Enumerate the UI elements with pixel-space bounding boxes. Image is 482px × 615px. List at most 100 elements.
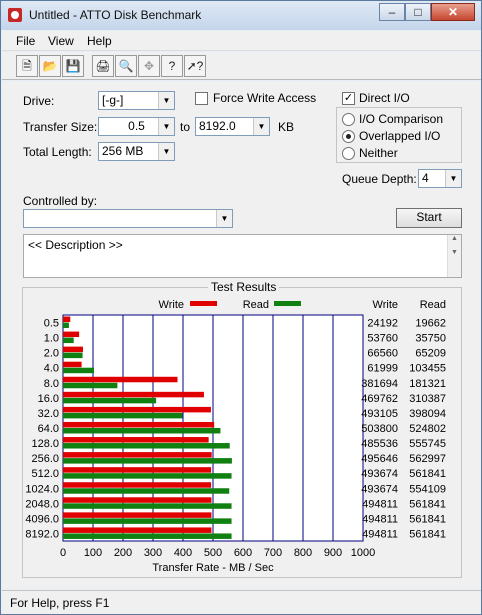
to-label: to bbox=[180, 120, 191, 134]
chevron-down-icon[interactable]: ▼ bbox=[253, 118, 269, 135]
read-bar bbox=[63, 503, 232, 509]
print-icon[interactable]: 🖨 bbox=[92, 55, 114, 77]
read-value: 524802 bbox=[409, 423, 446, 435]
move-icon[interactable]: ✥ bbox=[138, 55, 160, 77]
io-comparison-radio[interactable] bbox=[342, 113, 355, 126]
read-value: 561841 bbox=[409, 528, 446, 540]
category-label: 2048.0 bbox=[25, 498, 59, 510]
write-value: 494811 bbox=[362, 528, 398, 540]
start-button[interactable]: Start bbox=[396, 208, 462, 228]
queue-depth-value: 4 bbox=[422, 171, 429, 185]
write-value: 493674 bbox=[361, 483, 398, 495]
menu-view[interactable]: View bbox=[48, 34, 74, 48]
read-value: 103455 bbox=[409, 363, 446, 375]
app-window: Untitled - ATTO Disk Benchmark – □ ✕ Fil… bbox=[0, 0, 482, 615]
chevron-down-icon[interactable]: ▼ bbox=[158, 143, 174, 160]
save-icon[interactable]: 💾 bbox=[62, 55, 84, 77]
kb-label: KB bbox=[278, 120, 295, 134]
write-value: 503800 bbox=[361, 423, 398, 435]
main-panel: Drive: [-g-] ▼ Force Write Access ✓ Dire… bbox=[2, 81, 481, 589]
x-tick-label: 400 bbox=[174, 547, 192, 559]
read-bar bbox=[63, 427, 221, 434]
read-bar bbox=[63, 412, 183, 419]
category-label: 8.0 bbox=[44, 378, 59, 390]
queue-depth-select[interactable]: 4 ▼ bbox=[418, 169, 462, 188]
minimize-button[interactable]: – bbox=[379, 3, 405, 21]
drive-select[interactable]: [-g-] ▼ bbox=[98, 91, 175, 110]
overlapped-io-radio[interactable] bbox=[342, 130, 355, 143]
write-bar bbox=[63, 331, 80, 338]
menu-help[interactable]: Help bbox=[87, 34, 112, 48]
write-bar bbox=[63, 512, 212, 518]
controlled-by-select[interactable]: ▼ bbox=[23, 209, 233, 228]
description-scrollbar[interactable]: ▲ ▼ bbox=[447, 235, 461, 277]
write-bar bbox=[63, 497, 212, 503]
menu-file[interactable]: File bbox=[16, 34, 35, 48]
write-value: 66560 bbox=[367, 348, 398, 360]
read-value: 561841 bbox=[409, 513, 446, 525]
x-tick-label: 500 bbox=[204, 547, 222, 559]
open-icon[interactable]: 📂 bbox=[39, 55, 61, 77]
force-write-checkbox[interactable] bbox=[195, 92, 208, 105]
close-button[interactable]: ✕ bbox=[431, 3, 475, 21]
print-preview-icon[interactable]: 🔍 bbox=[115, 55, 137, 77]
new-icon[interactable]: 🗎 bbox=[16, 55, 38, 77]
read-bar bbox=[63, 337, 74, 344]
description-box[interactable]: << Description >> ▲ ▼ bbox=[23, 234, 462, 278]
read-bar bbox=[63, 382, 118, 389]
category-label: 64.0 bbox=[38, 423, 59, 435]
about-icon[interactable]: ? bbox=[161, 55, 183, 77]
transfer-to-value: 8192.0 bbox=[199, 119, 236, 133]
legend-write-swatch bbox=[190, 301, 217, 306]
transfer-to-select[interactable]: 8192.0 ▼ bbox=[195, 117, 270, 136]
write-bar bbox=[63, 437, 209, 443]
drive-label: Drive: bbox=[23, 94, 55, 108]
queue-depth-label: Queue Depth: bbox=[342, 172, 417, 186]
x-tick-label: 300 bbox=[144, 547, 162, 559]
write-value: 24192 bbox=[367, 318, 398, 330]
controlled-by-label: Controlled by: bbox=[23, 194, 98, 208]
title-bar[interactable]: Untitled - ATTO Disk Benchmark – □ ✕ bbox=[1, 1, 481, 30]
chevron-down-icon[interactable]: ▼ bbox=[216, 210, 232, 227]
force-write-label: Force Write Access bbox=[213, 91, 317, 105]
x-tick-label: 900 bbox=[324, 547, 342, 559]
neither-label: Neither bbox=[359, 146, 398, 160]
chevron-down-icon[interactable]: ▼ bbox=[158, 118, 174, 135]
write-bar bbox=[63, 361, 82, 368]
transfer-size-label: Transfer Size: bbox=[23, 120, 98, 134]
read-bar bbox=[63, 458, 232, 464]
read-bar bbox=[63, 473, 232, 479]
transfer-from-value: 0.5 bbox=[128, 119, 145, 133]
category-label: 4.0 bbox=[44, 363, 59, 375]
category-label: 32.0 bbox=[38, 408, 59, 420]
read-bar bbox=[63, 533, 232, 539]
write-value: 61999 bbox=[367, 363, 398, 375]
write-bar bbox=[63, 452, 212, 458]
maximize-button[interactable]: □ bbox=[405, 3, 431, 21]
write-value: 469762 bbox=[361, 393, 398, 405]
read-value: 19662 bbox=[415, 318, 446, 330]
x-tick-label: 600 bbox=[234, 547, 252, 559]
write-bar bbox=[63, 346, 83, 353]
category-label: 1024.0 bbox=[25, 483, 59, 495]
category-label: 4096.0 bbox=[25, 513, 59, 525]
chevron-down-icon[interactable]: ▼ bbox=[445, 170, 461, 187]
x-tick-label: 700 bbox=[264, 547, 282, 559]
drive-value: [-g-] bbox=[102, 93, 124, 107]
column-header-write: Write bbox=[373, 299, 398, 311]
neither-radio[interactable] bbox=[342, 147, 355, 160]
transfer-from-select[interactable]: 0.5 ▼ bbox=[98, 117, 175, 136]
read-value: 310387 bbox=[409, 393, 446, 405]
legend-read-label: Read bbox=[243, 299, 269, 311]
legend-write-label: Write bbox=[159, 299, 184, 311]
context-help-icon[interactable]: ➚? bbox=[184, 55, 206, 77]
io-comparison-label: I/O Comparison bbox=[359, 112, 444, 126]
status-bar: For Help, press F1 bbox=[2, 590, 481, 614]
read-value: 561841 bbox=[409, 498, 446, 510]
direct-io-label: Direct I/O bbox=[359, 91, 410, 105]
chevron-down-icon[interactable]: ▼ bbox=[158, 92, 174, 109]
direct-io-checkbox[interactable]: ✓ bbox=[342, 92, 355, 105]
total-length-select[interactable]: 256 MB ▼ bbox=[98, 142, 175, 161]
write-bar bbox=[63, 527, 212, 533]
write-bar bbox=[63, 467, 212, 473]
